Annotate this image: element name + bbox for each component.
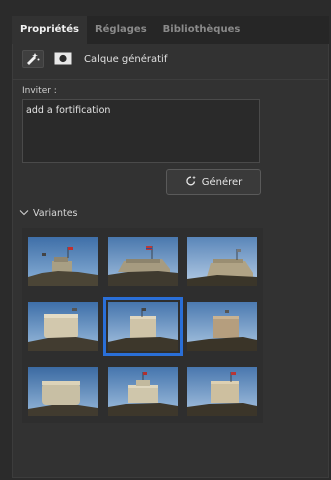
variant-thumbnail-2[interactable] xyxy=(108,237,178,286)
tab-proprietes[interactable]: Propriétés xyxy=(12,16,87,44)
tab-bibliotheques[interactable]: Bibliothèques xyxy=(155,16,249,44)
tab-bar: Propriétés Réglages Bibliothèques xyxy=(12,16,329,44)
variant-thumbnail-6[interactable] xyxy=(187,302,257,351)
tab-reglages[interactable]: Réglages xyxy=(87,16,155,44)
variant-thumbnail-3[interactable] xyxy=(187,237,257,286)
layer-type-label: Calque génératif xyxy=(84,53,168,65)
mask-icon xyxy=(54,50,72,69)
refresh-sparkle-icon xyxy=(185,175,197,190)
layer-type-row: Calque génératif xyxy=(22,50,167,68)
variant-thumbnail-9[interactable] xyxy=(187,367,257,416)
section-divider xyxy=(12,79,329,80)
generate-button[interactable]: Générer xyxy=(166,169,261,195)
generative-layer-icon xyxy=(25,50,41,69)
variant-thumbnail-5[interactable] xyxy=(103,297,183,356)
variants-header[interactable]: Variantes xyxy=(19,208,78,219)
prompt-input[interactable] xyxy=(22,99,260,163)
variant-thumbnail-8[interactable] xyxy=(108,367,178,416)
mask-button[interactable] xyxy=(52,50,74,68)
variant-thumbnail-1[interactable] xyxy=(28,237,98,286)
variant-thumbnail-4[interactable] xyxy=(28,302,98,351)
prompt-label: Inviter : xyxy=(22,86,57,96)
variant-thumbnail-7[interactable] xyxy=(28,367,98,416)
variants-label: Variantes xyxy=(33,208,78,219)
chevron-down-icon xyxy=(19,208,29,219)
generative-layer-button[interactable] xyxy=(22,50,44,68)
generate-label: Générer xyxy=(201,176,243,188)
variants-grid xyxy=(22,228,263,423)
